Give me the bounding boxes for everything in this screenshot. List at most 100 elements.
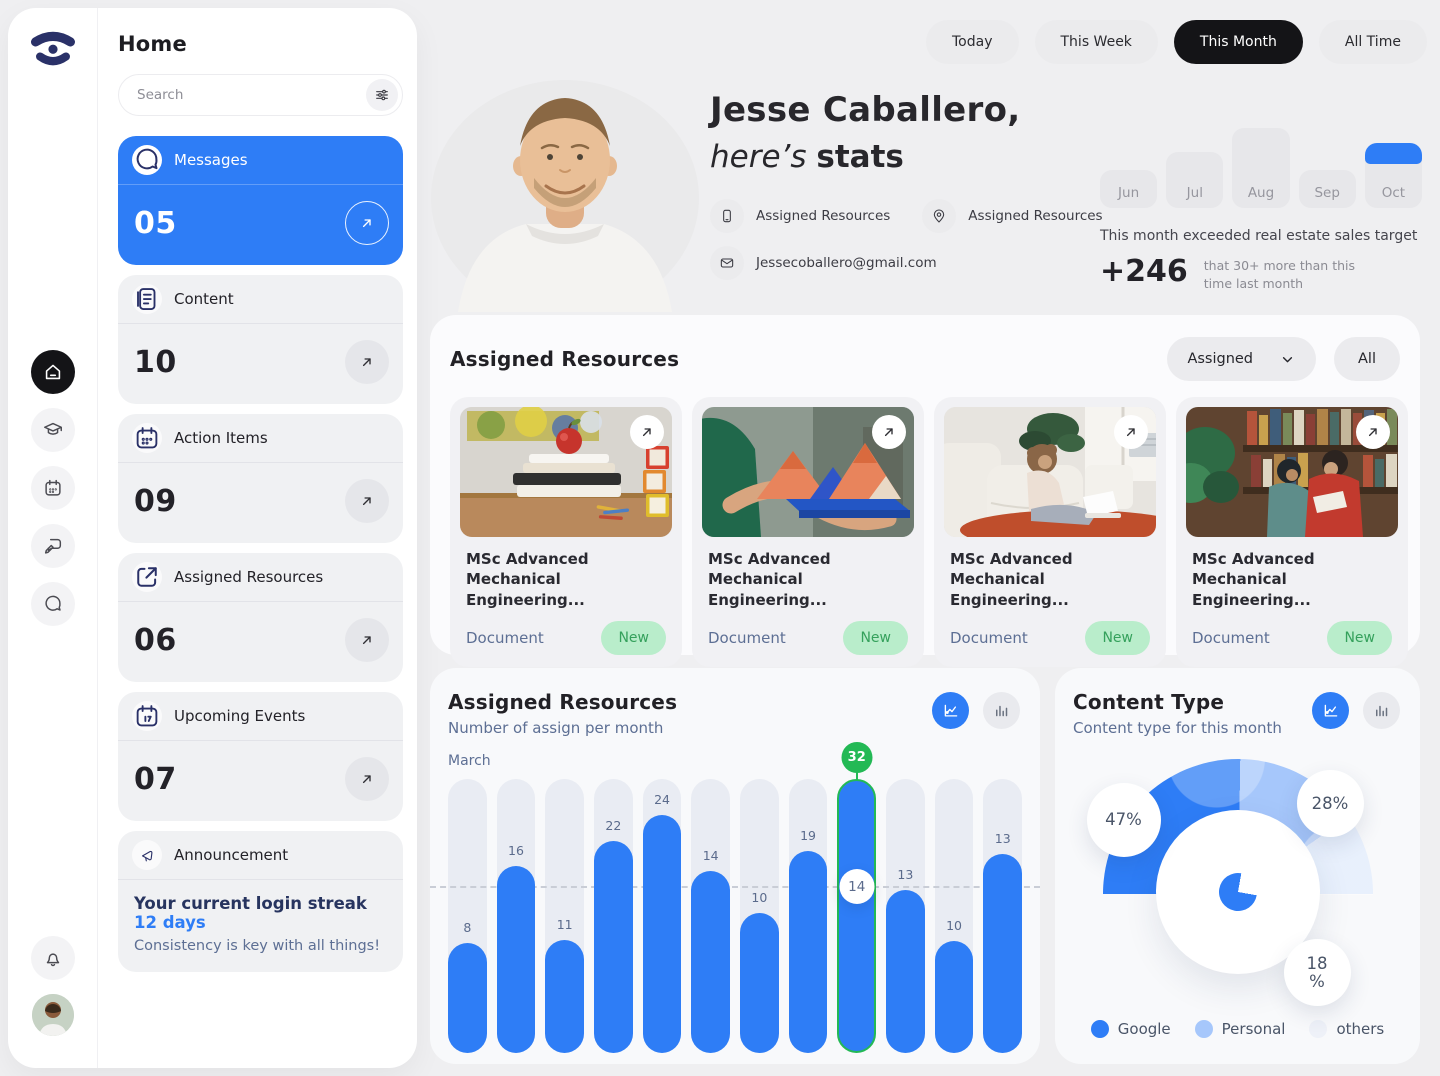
- mail-icon: [710, 246, 744, 280]
- bar-8[interactable]: 19: [788, 779, 828, 1053]
- filter-today[interactable]: Today: [926, 20, 1019, 64]
- resource-card[interactable]: MSc Advanced Mechanical Engineering... D…: [692, 397, 924, 667]
- line-chart-icon[interactable]: [932, 692, 969, 729]
- bar-value: 24: [654, 792, 670, 807]
- bar-9[interactable]: 32 14: [837, 742, 877, 1053]
- sidebar: Home Messages 05 Content: [8, 8, 417, 1068]
- all-button[interactable]: All: [1334, 337, 1400, 381]
- arrow-up-right-icon[interactable]: [345, 757, 389, 801]
- bar-value: 11: [556, 917, 573, 932]
- highlight-value-badge: 32: [841, 742, 873, 773]
- filter-this-week[interactable]: This Week: [1034, 20, 1158, 64]
- home-icon[interactable]: [31, 350, 75, 394]
- resource-card[interactable]: MSc Advanced Mechanical Engineering... D…: [1176, 397, 1408, 667]
- bar-10[interactable]: 13: [886, 779, 925, 1053]
- arrow-up-right-icon[interactable]: [345, 479, 389, 523]
- arrow-up-right-icon[interactable]: [630, 415, 664, 449]
- bar-6[interactable]: 14: [691, 779, 731, 1053]
- stat-label: Messages: [174, 151, 248, 169]
- bar-11[interactable]: 10: [934, 779, 974, 1053]
- bar-fill: [642, 815, 682, 1053]
- content-type-gauge: 47% 28% 18 %: [1086, 759, 1373, 1006]
- time-filters: Today This Week This Month All Time: [926, 20, 1427, 64]
- user-avatar[interactable]: [32, 994, 74, 1036]
- arrow-up-right-icon[interactable]: [345, 340, 389, 384]
- bar-fill: [788, 851, 828, 1053]
- streak-value: 12 days: [134, 913, 206, 932]
- arrow-up-right-icon[interactable]: [345, 618, 389, 662]
- resource-title: MSc Advanced Mechanical Engineering...: [1192, 550, 1315, 609]
- legend-item-personal: Personal: [1194, 1020, 1285, 1038]
- phone-icon: [710, 199, 744, 233]
- bar-1[interactable]: 8: [448, 779, 487, 1053]
- streak-note: Consistency is key with all things!: [134, 938, 381, 954]
- month-label: March: [448, 753, 491, 769]
- bar-fill: [983, 854, 1023, 1053]
- resource-title: MSc Advanced Mechanical Engineering...: [950, 550, 1073, 609]
- bar-7[interactable]: 10: [740, 779, 779, 1053]
- bell-icon[interactable]: [31, 936, 75, 980]
- chat-compose-icon[interactable]: [31, 524, 75, 568]
- search-input[interactable]: [118, 74, 403, 116]
- resource-thumbnail-library-pair: [1186, 407, 1398, 537]
- mini-bar-aug: Aug: [1232, 128, 1290, 208]
- bar-3[interactable]: 11: [545, 779, 585, 1053]
- stat-card-action-items: Action Items 09: [118, 414, 403, 543]
- streak-line: Your current login streak 12 days: [134, 894, 367, 932]
- percent-bubble: 28%: [1296, 770, 1364, 837]
- resource-type: Document: [466, 628, 544, 647]
- bar-2[interactable]: 16: [496, 779, 536, 1053]
- external-icon: [132, 562, 162, 592]
- filter-this-month[interactable]: This Month: [1173, 20, 1303, 64]
- bar-4[interactable]: 22: [594, 779, 633, 1053]
- arrow-up-right-icon[interactable]: [1114, 415, 1148, 449]
- bar-chart-icon[interactable]: [983, 692, 1020, 729]
- location-pin-icon: [922, 199, 957, 233]
- announcement-label: Announcement: [174, 846, 289, 864]
- stat-label: Upcoming Events: [174, 707, 306, 725]
- arrow-up-right-icon[interactable]: [1356, 415, 1390, 449]
- bar-12[interactable]: 13: [983, 779, 1023, 1053]
- bar-value: 10: [751, 890, 768, 905]
- chat-icon: [132, 145, 162, 175]
- stat-count: 10: [134, 344, 177, 380]
- filter-all-time[interactable]: All Time: [1318, 20, 1427, 64]
- legend-item-google: Google: [1090, 1020, 1171, 1038]
- megaphone-icon: [132, 840, 162, 870]
- resource-title: MSc Advanced Mechanical Engineering...: [708, 550, 831, 609]
- line-chart-icon[interactable]: [1312, 692, 1349, 729]
- arrow-up-right-icon[interactable]: [345, 201, 389, 245]
- resource-card[interactable]: MSc Advanced Mechanical Engineering... D…: [450, 397, 682, 667]
- resource-cards-row: MSc Advanced Mechanical Engineering... D…: [430, 381, 1420, 667]
- calendar-icon[interactable]: [31, 466, 75, 510]
- contact-phone: Assigned Resources: [710, 199, 890, 233]
- content-type-card: Content Type Content type for this month…: [1055, 668, 1420, 1064]
- bar-value: 19: [800, 828, 816, 843]
- baseline-marker: 14: [839, 869, 875, 904]
- contact-email: Jessecoballero@gmail.com: [710, 246, 937, 280]
- monthly-mini-chart: Jun Jul Aug Sep Oct This month exceeded real…: [1100, 128, 1423, 292]
- mini-bar-sep: Sep: [1298, 170, 1356, 208]
- greeting-italic: here’s: [710, 139, 807, 175]
- bar-value: 13: [994, 831, 1011, 846]
- arrow-up-right-icon[interactable]: [872, 415, 906, 449]
- filter-sliders-icon[interactable]: [366, 79, 398, 111]
- chat-icon[interactable]: [31, 582, 75, 626]
- graduation-cap-icon[interactable]: [31, 408, 75, 452]
- bar-5[interactable]: 24: [642, 779, 682, 1053]
- mini-bar-jul: Jul: [1166, 152, 1224, 208]
- resource-thumbnail-laptop-floor: [944, 407, 1156, 537]
- bar-fill: [594, 841, 633, 1053]
- bar-chart-icon[interactable]: [1363, 692, 1400, 729]
- resources-title: Assigned Resources: [450, 347, 680, 371]
- assigned-dropdown[interactable]: Assigned: [1167, 337, 1317, 381]
- page-title: Home: [118, 32, 187, 56]
- stat-label: Assigned Resources: [174, 568, 324, 586]
- user-name: Jesse Caballero,: [710, 90, 1021, 130]
- search: [118, 74, 403, 116]
- mini-bar-jun: Jun: [1100, 170, 1158, 208]
- profile-photo: [430, 66, 700, 316]
- rail-bottom: [31, 936, 75, 1036]
- action-icon: [132, 423, 162, 453]
- resource-card[interactable]: MSc Advanced Mechanical Engineering... D…: [934, 397, 1166, 667]
